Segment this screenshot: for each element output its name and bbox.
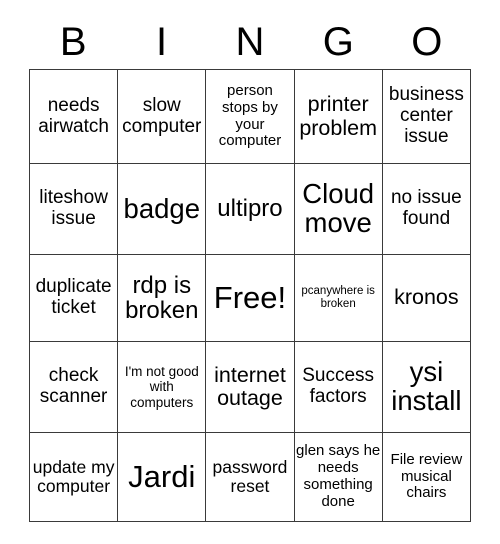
bingo-cell-label: Jardi bbox=[128, 458, 196, 494]
bingo-row-3: duplicate ticket rdp is broken Free! pca… bbox=[29, 254, 472, 342]
bingo-cell-n4[interactable]: internet outage bbox=[205, 341, 295, 433]
bingo-cell-label: needs airwatch bbox=[38, 94, 109, 137]
bingo-cell-i5[interactable]: Jardi bbox=[117, 432, 207, 522]
bingo-cell-n5[interactable]: password reset bbox=[205, 432, 295, 522]
bingo-card: B I N G O needs airwatch slow computer p… bbox=[0, 0, 500, 544]
bingo-cell-i3[interactable]: rdp is broken bbox=[117, 254, 207, 342]
bingo-cell-b4[interactable]: check scanner bbox=[29, 341, 119, 433]
bingo-cell-o5[interactable]: File review musical chairs bbox=[382, 432, 472, 522]
bingo-cell-o2[interactable]: no issue found bbox=[382, 163, 472, 255]
header-letter-i: I bbox=[156, 20, 168, 64]
bingo-cell-b5[interactable]: update my computer bbox=[29, 432, 119, 522]
bingo-cell-b3[interactable]: duplicate ticket bbox=[29, 254, 119, 342]
bingo-cell-label: password reset bbox=[212, 456, 288, 496]
bingo-cell-label: check scanner bbox=[39, 365, 108, 407]
bingo-cell-g2[interactable]: Cloud move bbox=[294, 163, 383, 255]
bingo-row-5: update my computer Jardi password reset … bbox=[29, 432, 472, 522]
bingo-cell-label: liteshow issue bbox=[39, 187, 108, 229]
bingo-cell-o3[interactable]: kronos bbox=[382, 254, 472, 342]
bingo-cell-label: update my computer bbox=[32, 456, 115, 496]
bingo-cell-label: no issue found bbox=[390, 187, 462, 229]
bingo-cell-b2[interactable]: liteshow issue bbox=[29, 163, 119, 255]
bingo-cell-label: kronos bbox=[394, 285, 459, 310]
bingo-cell-label: pcanywhere is broken bbox=[301, 284, 375, 310]
bingo-cell-o4[interactable]: ysi install bbox=[382, 341, 472, 433]
bingo-cell-i4[interactable]: I'm not good with computers bbox=[117, 341, 207, 433]
bingo-cell-g5[interactable]: glen says he needs something done bbox=[294, 432, 383, 522]
bingo-cell-label: printer problem bbox=[299, 92, 377, 140]
header-letter-g: G bbox=[322, 20, 354, 64]
bingo-cell-g3[interactable]: pcanywhere is broken bbox=[294, 254, 383, 342]
bingo-cell-i2[interactable]: badge bbox=[117, 163, 207, 255]
bingo-cell-label: business center issue bbox=[388, 84, 464, 147]
bingo-cell-label: slow computer bbox=[122, 94, 202, 137]
bingo-grid: needs airwatch slow computer person stop… bbox=[29, 69, 472, 522]
header-letter-b: B bbox=[59, 20, 87, 64]
bingo-cell-i1[interactable]: slow computer bbox=[117, 69, 207, 164]
bingo-cell-label: badge bbox=[123, 192, 201, 224]
bingo-cell-label: glen says he needs something done bbox=[296, 442, 381, 510]
bingo-cell-g4[interactable]: Success factors bbox=[294, 341, 383, 433]
bingo-cell-label: I'm not good with computers bbox=[124, 364, 199, 410]
header-letter-n: N bbox=[235, 20, 265, 64]
free-space-label: Free! bbox=[213, 279, 287, 315]
bingo-cell-n2[interactable]: ultipro bbox=[205, 163, 295, 255]
bingo-cell-o1[interactable]: business center issue bbox=[382, 69, 472, 164]
bingo-row-4: check scanner I'm not good with computer… bbox=[29, 341, 472, 433]
bingo-header: B I N G O bbox=[29, 16, 471, 69]
bingo-row-2: liteshow issue badge ultipro Cloud move … bbox=[29, 163, 472, 255]
header-letter-o: O bbox=[411, 20, 443, 64]
bingo-cell-label: duplicate ticket bbox=[35, 276, 112, 318]
bingo-cell-b1[interactable]: needs airwatch bbox=[29, 69, 119, 164]
bingo-cell-label: person stops by your computer bbox=[218, 81, 282, 150]
bingo-cell-free-space[interactable]: Free! bbox=[205, 254, 295, 342]
bingo-cell-label: Cloud move bbox=[302, 178, 375, 238]
bingo-row-1: needs airwatch slow computer person stop… bbox=[29, 69, 472, 164]
bingo-cell-label: ultipro bbox=[217, 195, 283, 223]
bingo-cell-g1[interactable]: printer problem bbox=[294, 69, 383, 164]
bingo-cell-label: internet outage bbox=[214, 362, 286, 410]
bingo-cell-label: rdp is broken bbox=[125, 271, 199, 324]
bingo-cell-label: File review musical chairs bbox=[390, 450, 463, 502]
bingo-cell-label: ysi install bbox=[391, 356, 462, 416]
bingo-cell-n1[interactable]: person stops by your computer bbox=[205, 69, 295, 164]
bingo-cell-label: Success factors bbox=[302, 365, 375, 407]
